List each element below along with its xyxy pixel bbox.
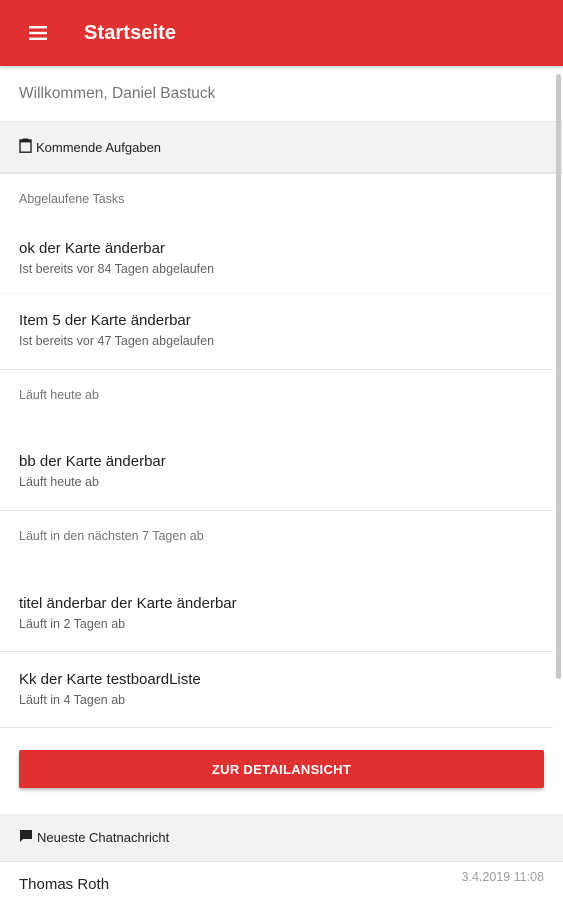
- task-due-text: Ist bereits vor 84 Tagen abgelaufen: [19, 262, 215, 276]
- task-title: Item 5 der Karte änderbar: [19, 312, 191, 329]
- chat-icon: [19, 829, 37, 846]
- task-title: Kk der Karte testboardListe: [19, 671, 201, 688]
- task-due-text: Läuft heute ab: [19, 475, 99, 489]
- task-item[interactable]: Kk der Karte testboardListe Läuft in 4 T…: [0, 652, 563, 727]
- menu-icon[interactable]: [19, 14, 57, 52]
- task-item[interactable]: Item 5 der Karte änderbar Ist bereits vo…: [0, 294, 563, 369]
- detail-view-button[interactable]: ZUR DETAILANSICHT: [19, 750, 544, 788]
- clipboard-icon: [19, 138, 36, 156]
- task-due-text: Ist bereits vor 47 Tagen abgelaufen: [19, 334, 215, 348]
- latest-chat-title: Neueste Chatnachricht: [37, 830, 170, 845]
- task-item[interactable]: titel änderbar der Karte änderbar Läuft …: [0, 553, 563, 651]
- latest-chat-header: Neueste Chatnachricht: [0, 814, 563, 862]
- task-item[interactable]: ok der Karte änderbar Ist bereits vor 84…: [0, 215, 563, 293]
- chat-timestamp: 3.4.2019 11:08: [461, 870, 544, 884]
- group-label-next-7-days: Läuft in den nächsten 7 Tagen ab: [19, 529, 204, 543]
- task-due-text: Läuft in 2 Tagen ab: [19, 617, 126, 631]
- group-label-overdue: Abgelaufene Tasks: [0, 173, 563, 215]
- page-title: Startseite: [84, 21, 177, 44]
- chat-sender: Thomas Roth: [19, 876, 110, 893]
- task-title: bb der Karte änderbar: [19, 453, 166, 470]
- home-content[interactable]: Willkommen, Daniel Bastuck Kommende Aufg…: [0, 66, 563, 900]
- task-due-text: Läuft in 4 Tagen ab: [19, 693, 126, 707]
- group-label-today: Läuft heute ab: [19, 388, 99, 402]
- task-title: titel änderbar der Karte änderbar: [19, 595, 237, 612]
- welcome-text: Willkommen, Daniel Bastuck: [0, 66, 563, 122]
- detail-button-container: ZUR DETAILANSICHT: [0, 728, 563, 810]
- upcoming-tasks-header: Kommende Aufgaben: [0, 122, 563, 173]
- chat-message-item[interactable]: Thomas Roth 3.4.2019 11:08: [0, 862, 563, 900]
- task-item[interactable]: bb der Karte änderbar Läuft heute ab: [0, 412, 563, 510]
- task-title: ok der Karte änderbar: [19, 240, 165, 257]
- scrollbar[interactable]: [556, 74, 561, 679]
- upcoming-tasks-title: Kommende Aufgaben: [36, 139, 162, 155]
- app-bar: Startseite: [0, 0, 563, 66]
